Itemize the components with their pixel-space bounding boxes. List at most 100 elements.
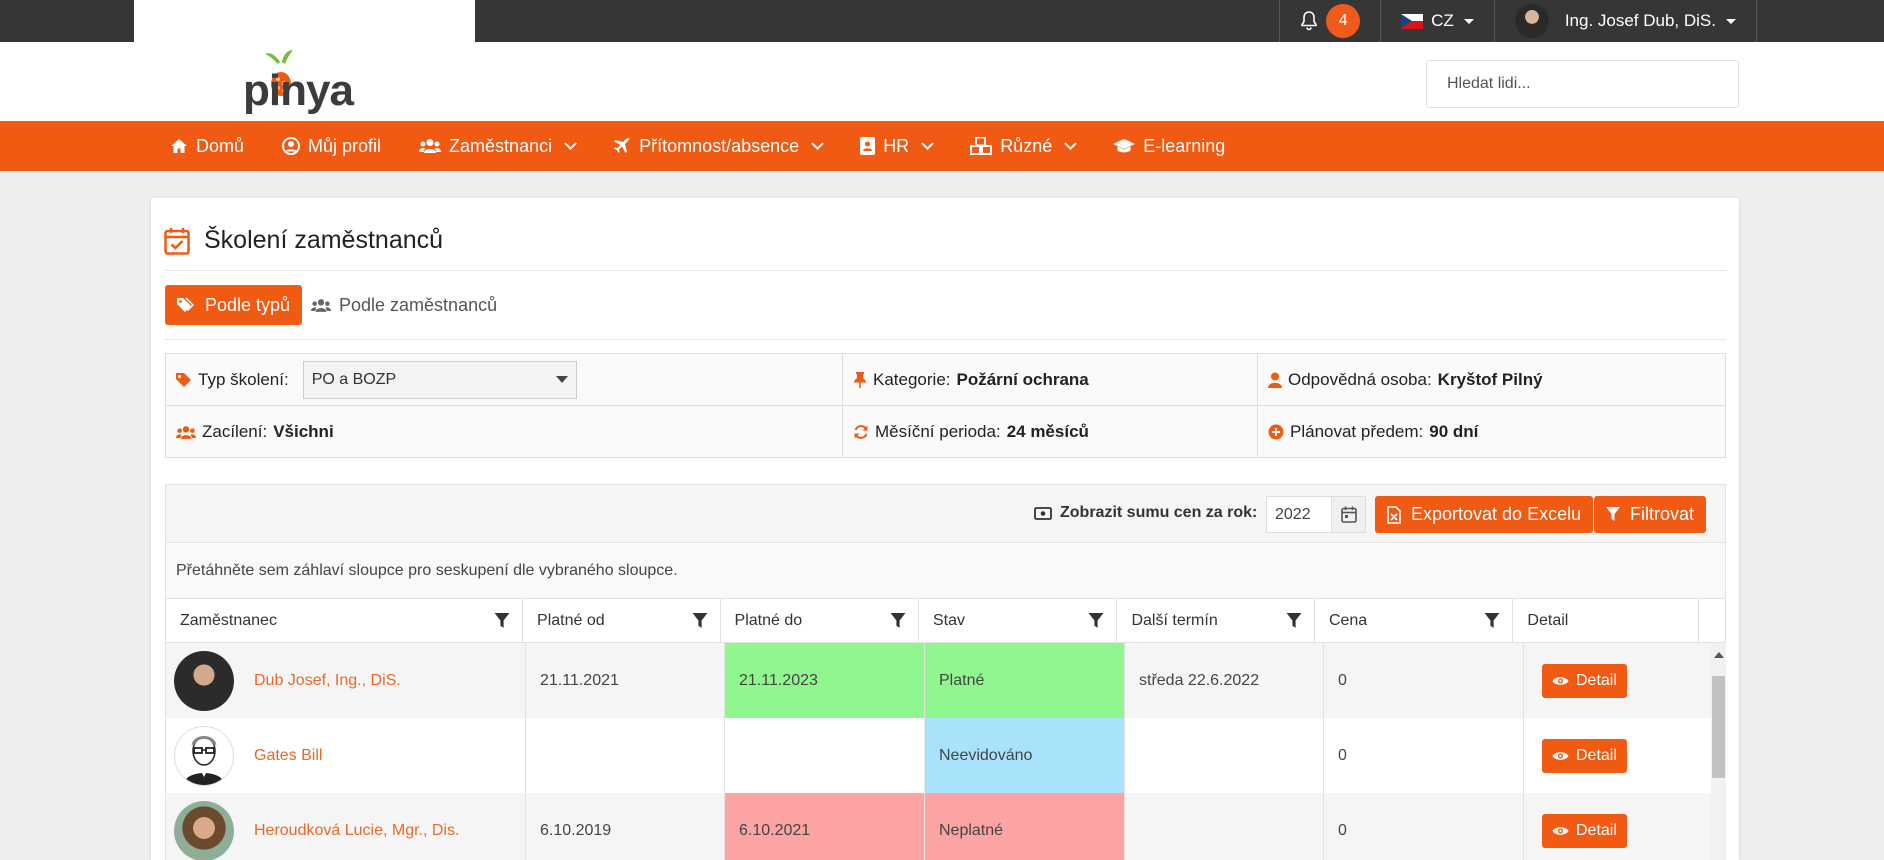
export-excel-label: Exportovat do Excelu [1411, 504, 1582, 524]
valid-from-cell: 6.10.2019 [526, 793, 725, 860]
training-type-select[interactable]: PO a BOZP [302, 360, 577, 399]
filter-button[interactable]: Filtrovat [1594, 496, 1707, 533]
filter-icon[interactable] [1484, 612, 1500, 629]
file-excel-icon [1387, 505, 1401, 524]
money-icon [1034, 506, 1052, 520]
period-label: Měsíční perioda: [875, 422, 1001, 441]
column-header-status[interactable]: Stav [919, 599, 1118, 642]
column-header-next-date[interactable]: Další termín [1117, 599, 1315, 642]
grid-body: Dub Josef, Ing., DiS. 21.11.2021 21.11.2… [166, 643, 1711, 860]
calendar-check-icon [164, 227, 190, 255]
eye-icon [1552, 676, 1569, 685]
employee-avatar [174, 800, 234, 860]
period-value: 24 měsíců [1006, 422, 1089, 441]
filter-icon[interactable] [890, 612, 906, 629]
price-cell: 0 [1324, 643, 1524, 718]
pinya-logo[interactable]: pinya [243, 50, 368, 116]
caret-down-icon [1463, 18, 1474, 24]
graduation-cap-icon [1113, 139, 1136, 153]
search-people-input[interactable] [1426, 60, 1739, 108]
employee-link[interactable]: Gates Bill [254, 747, 322, 765]
refresh-icon [854, 425, 868, 439]
info-row: Zacílení: Všichni Měsíční perioda: 24 mě… [166, 406, 1725, 458]
table-row: Dub Josef, Ing., DiS. 21.11.2021 21.11.2… [166, 643, 1711, 718]
plan-ahead-label: Plánovat předem: [1290, 422, 1424, 441]
column-header-label: Detail [1527, 611, 1569, 629]
grid-scrollbar[interactable] [1711, 643, 1726, 860]
valid-from-cell: 21.11.2021 [526, 643, 725, 718]
nav-item-my-profile[interactable]: Můj profil [282, 136, 381, 157]
valid-to-cell: 6.10.2021 [725, 793, 925, 860]
table-row: Gates Bill Neevidováno 0 Detail [166, 718, 1711, 793]
chevron-down-icon [564, 136, 577, 150]
nav-item-e-learning[interactable]: E-learning [1113, 136, 1225, 157]
main-navigation: Domů Můj profil Zaměstnanci Přítomnost/a… [0, 121, 1884, 171]
divider [164, 270, 1726, 271]
filter-icon[interactable] [1286, 612, 1302, 629]
filter-icon[interactable] [494, 612, 510, 629]
year-picker[interactable]: 2022 [1266, 496, 1366, 533]
bell-icon [1301, 11, 1317, 31]
filter-icon[interactable] [692, 612, 708, 629]
detail-button[interactable]: Detail [1542, 663, 1627, 698]
employee-cell: Heroudková Lucie, Mgr., Dis. [166, 793, 526, 860]
notification-count-badge: 4 [1326, 4, 1361, 38]
language-selector[interactable]: CZ [1380, 0, 1494, 42]
column-header-label: Další termín [1131, 611, 1218, 629]
employee-link[interactable]: Heroudková Lucie, Mgr., Dis. [254, 822, 459, 840]
category-cell: Kategorie: Požární ochrana [843, 354, 1258, 405]
nav-item-home[interactable]: Domů [170, 136, 244, 157]
caret-down-icon [1726, 18, 1736, 24]
logo-text: pinya [243, 66, 354, 115]
detail-button[interactable]: Detail [1542, 813, 1627, 848]
column-header-valid-from[interactable]: Platné od [523, 599, 721, 642]
detail-button[interactable]: Detail [1542, 738, 1627, 773]
detail-label: Detail [1576, 746, 1617, 764]
price-cell: 0 [1324, 793, 1524, 860]
next-date-cell: středa 22.6.2022 [1125, 643, 1324, 718]
header-scroll-spacer [1699, 599, 1725, 642]
chevron-down-icon [921, 136, 935, 150]
column-header-label: Stav [933, 611, 966, 629]
eye-icon [1552, 826, 1569, 835]
filter-icon[interactable] [1088, 612, 1104, 629]
info-row: Typ školení: PO a BOZP Kategorie: Požárn… [166, 354, 1725, 406]
nav-item-misc[interactable]: Různé [970, 136, 1078, 157]
group-hint-text: Přetáhněte sem záhlaví sloupce pro sesku… [176, 561, 678, 579]
training-card: Školení zaměstnanců Podle typů Podle zam… [151, 198, 1739, 860]
valid-from-cell [526, 718, 725, 793]
column-header-detail: Detail [1513, 599, 1699, 642]
top-bar-right: 4 CZ Ing. Josef Dub, DiS. [1279, 0, 1757, 42]
column-header-valid-to[interactable]: Platné do [721, 599, 919, 642]
nav-item-employees[interactable]: Zaměstnanci [419, 136, 577, 157]
export-excel-button[interactable]: Exportovat do Excelu [1375, 496, 1594, 533]
employee-cell: Dub Josef, Ing., DiS. [166, 643, 526, 718]
scroll-up-arrow-icon[interactable] [1714, 652, 1724, 658]
column-header-label: Platné do [734, 611, 803, 629]
year-value: 2022 [1275, 505, 1311, 523]
nav-item-attendance[interactable]: Přítomnost/absence [613, 136, 825, 157]
chevron-down-icon [1064, 136, 1078, 150]
detail-label: Detail [1576, 671, 1617, 689]
notifications-button[interactable]: 4 [1279, 0, 1380, 42]
targeting-cell: Zacílení: Všichni [166, 406, 843, 458]
tab-by-type[interactable]: Podle typů [165, 285, 303, 325]
column-header-employee[interactable]: Zaměstnanec [166, 599, 524, 642]
price-cell: 0 [1324, 718, 1524, 793]
tab-by-employee[interactable]: Podle zaměstnanců [311, 285, 497, 325]
nav-item-hr[interactable]: HR [860, 136, 935, 157]
scrollbar-thumb[interactable] [1712, 676, 1725, 778]
employee-cell: Gates Bill [166, 718, 526, 793]
user-menu[interactable]: Ing. Josef Dub, DiS. [1493, 0, 1757, 42]
training-type-selected: PO a BOZP [311, 370, 397, 388]
employee-avatar [174, 725, 234, 786]
tag-icon [176, 372, 191, 387]
sketch-portrait-icon [183, 735, 225, 785]
nav-item-label: E-learning [1143, 135, 1226, 156]
column-header-price[interactable]: Cena [1315, 599, 1514, 642]
employee-link[interactable]: Dub Josef, Ing., DiS. [254, 672, 401, 690]
group-by-drop-zone[interactable]: Přetáhněte sem záhlaví sloupce pro sesku… [166, 543, 1725, 599]
calendar-icon[interactable] [1331, 497, 1365, 532]
cubes-icon [970, 137, 993, 155]
category-label: Kategorie: [873, 369, 951, 389]
